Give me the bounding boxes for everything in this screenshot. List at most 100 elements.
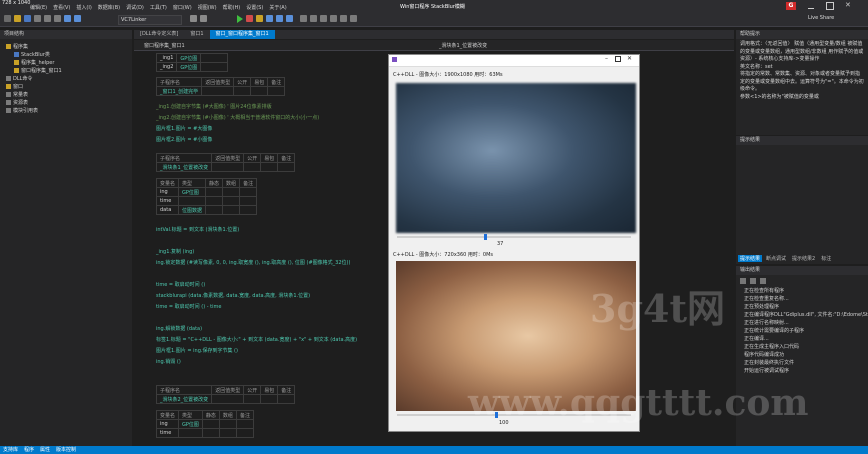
minimize-button[interactable]: – [605,55,608,62]
code-line[interactable]: stackblurapi (data.像素数据, data.宽度, data.高… [156,292,310,299]
blurred-image-1 [396,83,636,233]
output-toolbar [736,275,868,287]
step-out-icon[interactable] [286,15,293,22]
menu-item[interactable]: 窗口(W) [173,4,192,11]
editor-tab[interactable]: 窗口_窗口程序集_窗口1 [209,30,275,39]
result-label-2: C++DLL - 图像大小：720x360 用时：0Ms [393,252,494,258]
cut-icon[interactable] [34,15,41,22]
run-icon[interactable] [237,15,243,23]
menu-item[interactable]: 关于(A) [269,4,286,11]
bottom-tab[interactable]: 版本控制 [53,446,79,454]
tree-item[interactable]: 程序集_helper [6,59,132,67]
table-header: 备注 [277,385,296,395]
tree-item[interactable]: StackBlur类 [6,51,132,59]
uncomment-icon[interactable] [330,15,337,22]
bottom-tab[interactable]: 属性 [37,446,53,454]
undo-icon[interactable] [64,15,71,22]
save-icon[interactable] [24,15,31,22]
menu-item[interactable]: 编辑(E) [30,4,47,11]
menu-item[interactable]: 数据库(B) [98,4,120,11]
find-icon[interactable] [190,15,197,22]
live-share-button[interactable]: Live Share [808,15,834,21]
tree-item[interactable]: 窗口 [6,83,132,91]
code-line[interactable]: 图片框2.图片 = #小图像 [156,136,212,143]
menu-item[interactable]: 视图(W) [198,4,217,11]
close-button[interactable]: ✕ [845,1,851,9]
tree-item-label: 资源表 [13,100,29,106]
close-button[interactable]: ✕ [627,55,632,62]
tree-item[interactable]: 资源表 [6,99,132,107]
minimize-button[interactable] [808,2,814,9]
tree-item[interactable]: DLL命令 [6,75,132,83]
step-over-icon[interactable] [276,15,283,22]
prompt-tab[interactable]: 提示结果2 [790,255,817,262]
code-line[interactable]: time = 取启动时间 () [156,281,205,288]
maximize-button[interactable] [615,56,621,62]
menu-item[interactable]: 查看(V) [53,4,70,11]
editor-tab[interactable]: [DLL命令定义表] [134,30,184,39]
code-line[interactable]: _ing2.创建自字节集 (#小图像) ' 大概相当于普通软件窗口的大小(小一点… [156,114,319,121]
table-header: 备注 [277,153,296,163]
tree-item[interactable]: 常量表 [6,91,132,99]
tree-item-label: DLL命令 [13,76,33,82]
table-header: 变量名 [155,410,180,420]
tree-item-label: 窗口程序集_窗口1 [21,68,62,74]
output-line: 正在编译... [744,336,769,342]
menu-item[interactable]: 工具(T) [150,4,167,11]
stop-icon[interactable] [246,15,253,22]
sub-table-2: 子程序名 返回值类型 公开 易包 备注 _滑块条1_位置被改变 [155,153,296,172]
comment-icon[interactable] [320,15,327,22]
code-line[interactable]: 图片框1.图片 = ing.保存到字节集 () [156,347,238,354]
copy-output-icon[interactable] [750,278,756,284]
format-icon[interactable] [200,15,207,22]
wrap-icon[interactable] [760,278,766,284]
step-into-icon[interactable] [266,15,273,22]
tree-item[interactable]: 模块引用表 [6,107,132,115]
output-line: 正在进行名称映射... [744,320,789,326]
prompt-tab[interactable]: 断点调试 [764,255,788,262]
menu-item[interactable]: 插入(I) [76,4,91,11]
linker-combo[interactable]: VC7Linker [118,15,182,25]
clear-icon[interactable] [740,278,746,284]
table-cell [178,428,203,438]
slider-1[interactable] [397,234,631,240]
method-selector[interactable]: _滑块条1_位置被改变 [439,42,487,49]
editor-tab[interactable]: 窗口1 [184,30,209,39]
class-selector[interactable]: 窗口程序集_窗口1 [144,42,185,49]
slider-1-thumb[interactable] [483,234,487,240]
redo-icon[interactable] [74,15,81,22]
breakpoint-icon[interactable] [300,15,307,22]
menu-item[interactable]: 调试(D) [126,4,144,11]
table-header: 子程序名 [155,385,213,395]
copy-icon[interactable] [44,15,51,22]
paste-icon[interactable] [54,15,61,22]
code-line[interactable]: ing.销毁 () [156,358,181,365]
bookmark-icon[interactable] [310,15,317,22]
restart-icon[interactable] [256,15,263,22]
open-folder-icon[interactable] [14,15,21,22]
tree-item[interactable]: 程序集 [6,43,132,51]
code-line[interactable]: ing.锁定数据 (#读写像素, 0, 0, ing.取宽度 (), ing.取… [156,259,350,266]
maximize-button[interactable] [826,2,834,10]
prompt-tab[interactable]: 提示结果 [738,255,763,262]
tree-item[interactable]: 窗口程序集_窗口1 [6,67,132,75]
bottom-tab[interactable]: 程序 [21,446,37,454]
table-cell: ing [155,419,180,429]
sub-name: _滑块条2_位置被改变 [155,394,213,404]
menu-item[interactable]: 设置(S) [246,4,263,11]
output-line: 正在预处理程序 [744,304,780,310]
code-line[interactable]: _ing1.创建自字节集 (#大图像) ' 图片24位像素排版 [156,103,272,110]
outdent-icon[interactable] [350,15,357,22]
prompt-tab[interactable]: 标注 [819,255,833,262]
code-line[interactable]: intVal.标题 = 到文本 (滑块条1.位置) [156,226,239,233]
new-file-icon[interactable] [4,15,11,22]
code-line[interactable]: 标签1.标题 = "C++DLL - 图像大小:" + 到文本 (data.宽度… [156,336,357,343]
code-line[interactable]: ing.解锁数据 (data) [156,325,202,332]
code-line[interactable]: time = 取启动时间 () - time [156,303,221,310]
bottom-tab[interactable]: 支持库 [0,446,21,454]
indent-icon[interactable] [340,15,347,22]
code-line[interactable]: _ing1.复制 (ing) [156,248,194,255]
project-panel: 项目结构 程序集 StackBlur类 程序集_helper 窗口程序集_窗口1 DLL… [0,30,132,446]
code-line[interactable]: 图片框1.图片 = #大图像 [156,125,212,132]
menu-item[interactable]: 帮助(H) [223,4,241,11]
